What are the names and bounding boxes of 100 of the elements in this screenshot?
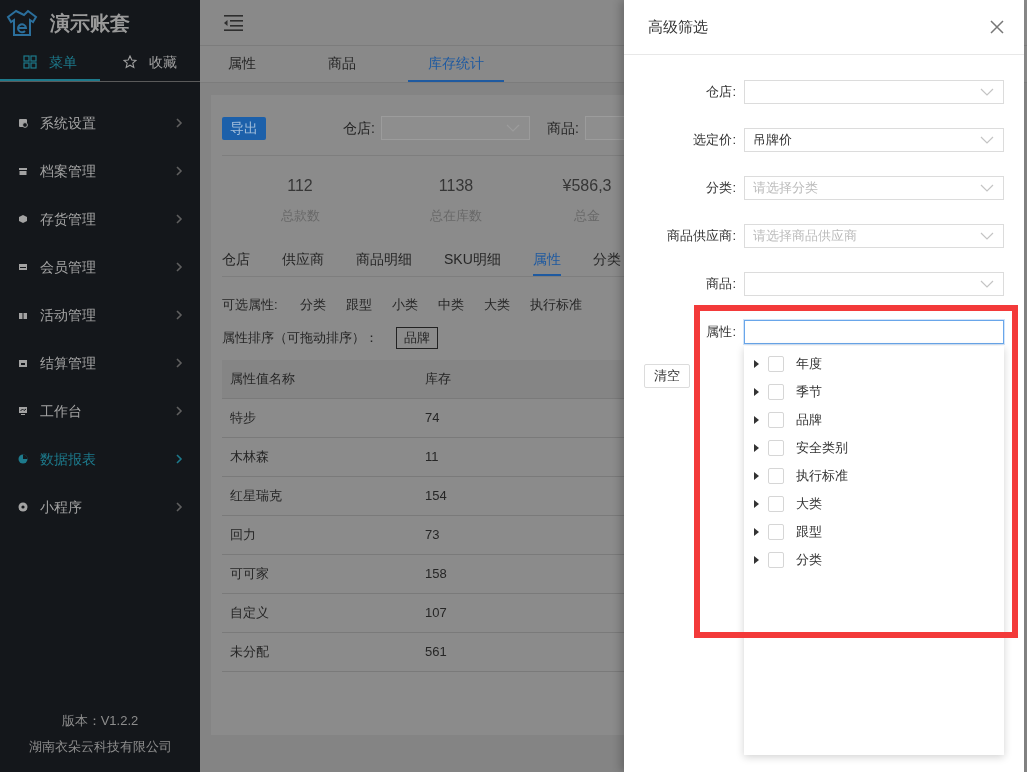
column-header: 库存 bbox=[425, 369, 452, 388]
checkbox[interactable] bbox=[768, 496, 784, 512]
table-cell-text: 回力 bbox=[230, 525, 257, 544]
sidebar-item[interactable]: 小程序 bbox=[0, 483, 200, 531]
caret-right-icon[interactable] bbox=[754, 472, 759, 480]
table-cell-text: 154 bbox=[425, 486, 448, 505]
table-cell-text: 自定义 bbox=[230, 603, 270, 622]
chevron-down-icon bbox=[979, 87, 995, 97]
table-cell-text: 74 bbox=[425, 408, 441, 427]
sub-tab[interactable]: 供应商 bbox=[282, 245, 324, 276]
sidebar-item[interactable]: 档案管理 bbox=[0, 147, 200, 195]
version-text: 版本：V1.2.2 bbox=[61, 712, 139, 730]
chevron-right-icon bbox=[175, 309, 183, 321]
table-cell-text: 11 bbox=[425, 447, 440, 466]
sidebar-item[interactable]: 系统设置 bbox=[0, 99, 200, 147]
caret-right-icon[interactable] bbox=[754, 444, 759, 452]
sub-tab[interactable]: SKU明细 bbox=[444, 245, 501, 276]
checkbox[interactable] bbox=[768, 552, 784, 568]
chevron-down-icon bbox=[979, 183, 995, 193]
table-cell-text: 未分配 bbox=[230, 642, 270, 661]
page-tab[interactable]: 属性 bbox=[214, 46, 270, 82]
close-icon[interactable] bbox=[990, 20, 1004, 34]
company-name: 湖南衣朵云科技有限公司 bbox=[28, 737, 172, 756]
caret-right-icon[interactable] bbox=[754, 556, 759, 564]
stat-value: 1138 bbox=[438, 176, 474, 196]
chevron-right-icon bbox=[175, 501, 183, 513]
tree-item[interactable]: 大类 bbox=[744, 490, 1004, 518]
chevron-right-icon bbox=[175, 165, 183, 177]
checkbox[interactable] bbox=[768, 468, 784, 484]
tree-item[interactable]: 年度 bbox=[744, 350, 1004, 378]
tree-item[interactable]: 跟型 bbox=[744, 518, 1004, 546]
chevron-right-icon bbox=[175, 117, 183, 129]
export-button[interactable]: 导出 bbox=[222, 116, 266, 140]
sidebar-item[interactable]: 数据报表 bbox=[0, 435, 200, 483]
attribute-option[interactable]: 分类 bbox=[300, 294, 326, 315]
field-label: 仓店: bbox=[705, 83, 736, 102]
tree-item[interactable]: 安全类别 bbox=[744, 434, 1004, 462]
table-cell-text: 107 bbox=[425, 603, 448, 622]
table-cell-text: 158 bbox=[425, 564, 448, 583]
field-label: 商品: bbox=[705, 275, 736, 294]
chevron-down-icon bbox=[979, 231, 995, 241]
checkbox[interactable] bbox=[768, 356, 784, 372]
sub-tab[interactable]: 分类 bbox=[592, 245, 621, 276]
caret-right-icon[interactable] bbox=[754, 416, 759, 424]
page-tab[interactable]: 商品 bbox=[314, 46, 370, 82]
attribute-option[interactable]: 执行标准 bbox=[530, 294, 582, 315]
caret-right-icon[interactable] bbox=[754, 500, 759, 508]
chevron-down-icon bbox=[979, 135, 995, 145]
field-label: 商品供应商: bbox=[666, 227, 736, 246]
sidebar-tab[interactable]: 菜单 bbox=[0, 45, 100, 81]
checkbox[interactable] bbox=[768, 412, 784, 428]
calendar-icon bbox=[18, 358, 28, 368]
sub-tab[interactable]: 商品明细 bbox=[356, 245, 412, 276]
filter-label: 商品: bbox=[546, 118, 579, 138]
filter-label: 仓店: bbox=[343, 118, 375, 138]
menu-icon[interactable] bbox=[224, 14, 243, 31]
table-cell-text: 73 bbox=[425, 525, 441, 544]
sidebar-item[interactable]: 工作台 bbox=[0, 387, 200, 435]
tree-item[interactable]: 执行标准 bbox=[744, 462, 1004, 490]
field-label: 选定价: bbox=[692, 131, 736, 150]
circle-icon bbox=[18, 502, 28, 512]
chevron-right-icon bbox=[175, 357, 183, 369]
table-cell-text: 木林森 bbox=[230, 447, 270, 466]
card-icon bbox=[18, 262, 28, 272]
sidebar-tab[interactable]: 收藏 bbox=[100, 45, 200, 81]
sidebar-item[interactable]: 存货管理 bbox=[0, 195, 200, 243]
caret-right-icon[interactable] bbox=[754, 360, 759, 368]
monitor-icon bbox=[18, 406, 28, 416]
tree-item[interactable]: 品牌 bbox=[744, 406, 1004, 434]
checkbox[interactable] bbox=[768, 384, 784, 400]
attribute-option[interactable]: 大类 bbox=[484, 294, 510, 315]
sort-label: 属性排序（可拖动排序）： bbox=[222, 328, 379, 347]
star-icon bbox=[123, 55, 137, 69]
sidebar-item[interactable]: 会员管理 bbox=[0, 243, 200, 291]
table-cell-text: 561 bbox=[425, 642, 448, 661]
attribute-option[interactable]: 小类 bbox=[392, 294, 418, 315]
chevron-right-icon bbox=[175, 453, 183, 465]
chevron-right-icon bbox=[175, 405, 183, 417]
sub-tab[interactable]: 仓店 bbox=[222, 245, 250, 276]
attribute-tag[interactable]: 品牌 bbox=[396, 326, 438, 349]
sidebar-item[interactable]: 结算管理 bbox=[0, 339, 200, 387]
tree-item[interactable]: 分类 bbox=[744, 546, 1004, 574]
attribute-option[interactable]: 跟型 bbox=[346, 294, 372, 315]
select-field[interactable]: 吊牌价 bbox=[744, 128, 1004, 152]
sidebar-item[interactable]: 活动管理 bbox=[0, 291, 200, 339]
grid-icon bbox=[23, 55, 37, 69]
checkbox[interactable] bbox=[768, 440, 784, 456]
clear-button[interactable]: 清空 bbox=[644, 364, 690, 388]
chevron-down-icon bbox=[979, 279, 995, 289]
caret-right-icon[interactable] bbox=[754, 388, 759, 396]
app-name: 演示账套 bbox=[50, 10, 130, 36]
input-field[interactable] bbox=[744, 320, 1004, 344]
cube-icon bbox=[18, 214, 28, 224]
caret-right-icon[interactable] bbox=[754, 528, 759, 536]
checkbox[interactable] bbox=[768, 524, 784, 540]
drawer-title: 高级筛选 bbox=[648, 16, 709, 37]
stat-value: ¥586,3 bbox=[562, 176, 612, 196]
attribute-option[interactable]: 中类 bbox=[438, 294, 464, 315]
table-cell-text: 红星瑞克 bbox=[230, 486, 283, 505]
tree-item[interactable]: 季节 bbox=[744, 378, 1004, 406]
